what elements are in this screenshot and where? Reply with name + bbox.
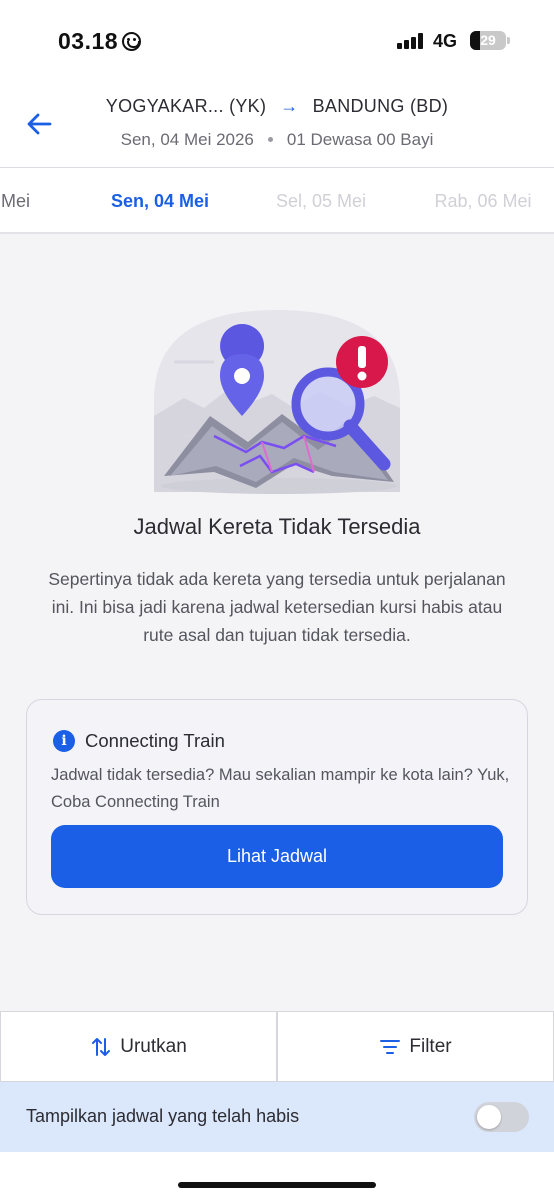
home-area [0, 1152, 554, 1200]
search-header: YOGYAKAR... (YK) → BANDUNG (BD) Sen, 04 Me… [0, 84, 554, 168]
tab-date-04[interactable]: Sen, 04 Mei [80, 168, 240, 232]
filter-button[interactable]: Filter [277, 1011, 554, 1082]
card-title: Connecting Train [85, 730, 225, 751]
filter-icon [380, 1039, 401, 1054]
signal-icon [397, 33, 425, 49]
destination-station: BANDUNG (BD) [312, 96, 449, 116]
view-schedule-button[interactable]: Lihat Jadwal [51, 825, 503, 888]
separator-dot [267, 137, 273, 142]
empty-state-description: Sepertinya tidak ada kereta yang tersedi… [48, 569, 506, 645]
battery-level: 29 [480, 32, 496, 48]
tab-date-06[interactable]: Rab, 06 Mei [403, 168, 554, 232]
passenger-count: 01 Dewasa 00 Bayi [286, 130, 434, 149]
connecting-train-card: i Connecting Train Jadwal tidak tersedia… [26, 699, 528, 915]
sort-label: Urutkan [120, 1035, 187, 1057]
show-soldout-label: Tampilkan jadwal yang telah habis [26, 1106, 300, 1126]
card-description: Jadwal tidak tersedia? Mau sekalian mamp… [51, 766, 510, 811]
tab-date-05[interactable]: Sel, 05 Mei [241, 168, 401, 232]
trip-date: Sen, 04 Mei 2026 [120, 130, 254, 149]
home-indicator[interactable] [178, 1182, 376, 1188]
tab-date-03[interactable]: 3 Mei [0, 168, 80, 232]
battery-cap [507, 37, 510, 44]
smile-icon [122, 32, 142, 51]
tab-label: Rab, 06 Mei [434, 191, 532, 211]
info-icon: i [53, 730, 75, 752]
map-search-illustration [154, 310, 400, 494]
show-soldout-toggle[interactable] [474, 1102, 529, 1132]
filter-label: Filter [409, 1035, 452, 1057]
sort-icon [92, 1037, 111, 1056]
route-title: YOGYAKAR... (YK) → BANDUNG (BD) [0, 96, 554, 117]
battery-icon: 29 [470, 31, 506, 50]
status-time: 03.18 [58, 28, 142, 55]
origin-station: YOGYAKAR... (YK) [105, 96, 267, 116]
sort-button[interactable]: Urutkan [0, 1011, 277, 1082]
date-tabs: 3 Mei Sen, 04 Mei Sel, 05 Mei Rab, 06 Me… [0, 168, 554, 234]
tab-label: 3 Mei [0, 191, 30, 211]
show-soldout-row: Tampilkan jadwal yang telah habis [0, 1082, 554, 1152]
status-bar: 03.18 4G 29 [0, 0, 554, 84]
route-arrow-icon: → [280, 96, 299, 116]
trip-details: Sen, 04 Mei 2026 01 Dewasa 00 Bayi [0, 130, 554, 150]
network-type: 4G [433, 31, 458, 51]
status-time-text: 03.18 [58, 28, 119, 54]
sort-filter-bar: Urutkan Filter [0, 1011, 554, 1082]
empty-state-title: Jadwal Kereta Tidak Tersedia [133, 514, 421, 539]
tab-label: Sel, 05 Mei [275, 191, 367, 211]
tab-label: Sen, 04 Mei [110, 191, 210, 211]
toggle-knob [477, 1105, 501, 1129]
